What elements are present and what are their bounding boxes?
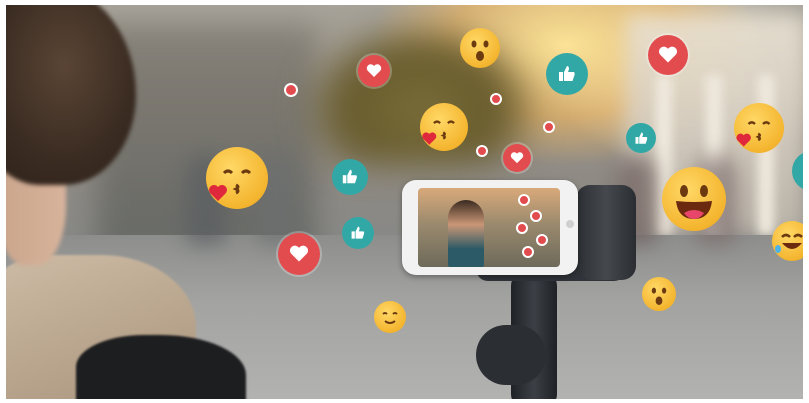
building-pillar	[758, 75, 774, 235]
heart-icon	[358, 55, 390, 87]
laughing-face-icon	[662, 167, 726, 231]
gimbal-motor	[576, 185, 636, 280]
heart-icon	[543, 121, 555, 133]
thumbs-up-icon	[546, 53, 588, 95]
heart-icon	[516, 222, 528, 234]
kissing-face-icon	[420, 103, 468, 151]
gimbal-grip	[476, 325, 546, 385]
surprised-face-icon	[642, 277, 676, 311]
kissing-face-icon	[734, 103, 784, 153]
heart-icon	[278, 233, 320, 275]
thumbs-up-icon	[626, 123, 656, 153]
heart-icon	[530, 210, 542, 222]
phone-screen	[418, 188, 560, 267]
heart-icon	[648, 35, 688, 75]
smartphone	[402, 180, 578, 275]
kissing-face-icon	[206, 147, 268, 209]
smiling-face-icon	[374, 301, 406, 333]
heart-icon	[490, 93, 502, 105]
heart-icon	[536, 234, 548, 246]
heart-icon	[503, 144, 531, 172]
heart-icon	[284, 83, 298, 97]
surprised-face-icon	[460, 28, 500, 68]
phone-camera-button	[566, 220, 574, 228]
heart-icon	[522, 246, 534, 258]
heart-icon	[476, 145, 488, 157]
phone-screen-person	[448, 200, 484, 267]
heart-icon	[518, 194, 530, 206]
thumbs-up-icon	[342, 217, 374, 249]
photo-frame	[6, 5, 803, 399]
tears-of-joy-icon	[772, 221, 803, 261]
thumbs-up-icon	[332, 159, 368, 195]
